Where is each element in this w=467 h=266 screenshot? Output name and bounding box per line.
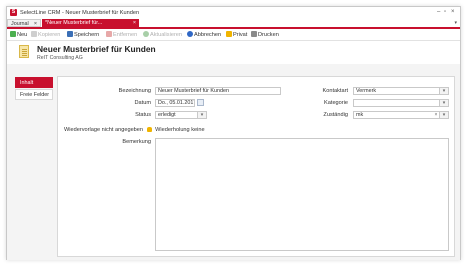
content-area: Inhalt Freie Felder Bezeichnung Neuer Mu…	[7, 64, 460, 260]
wiederholung-value[interactable]: Wiederholung keine	[155, 127, 204, 133]
printer-icon	[251, 31, 257, 37]
datum-input[interactable]: Do., 05.01.2017	[155, 99, 195, 107]
save-button[interactable]: Speichern	[67, 31, 99, 39]
crm-window: S SelectLine CRM - Neuer Musterbrief für…	[6, 6, 461, 260]
close-window-button[interactable]: ×	[451, 9, 455, 15]
datum-label: Datum	[134, 100, 151, 106]
tab-journal-label: Journal	[11, 21, 29, 27]
close-tab-musterbrief-icon[interactable]: ×	[133, 19, 136, 27]
refresh-button[interactable]: Aktualisieren	[143, 31, 182, 39]
chevron-down-icon[interactable]: ▾	[197, 112, 206, 118]
remove-button[interactable]: Entfernen	[106, 31, 137, 39]
save-button-label: Speichern	[74, 32, 100, 38]
bezeichnung-input[interactable]: Neuer Musterbrief für Kunden	[155, 87, 281, 95]
chevron-down-icon[interactable]: ▾	[439, 100, 448, 106]
record-title: Neuer Musterbrief für Kunden	[37, 44, 156, 54]
selectline-app-icon: S	[10, 9, 17, 16]
private-button[interactable]: Privat	[226, 31, 247, 39]
bezeichnung-label: Bezeichnung	[118, 88, 151, 94]
title-bar: S SelectLine CRM - Neuer Musterbrief für…	[7, 7, 460, 19]
record-company: ReIT Consulting AG	[37, 55, 83, 61]
form-panel: Bezeichnung Neuer Musterbrief für Kunden…	[57, 76, 455, 257]
print-button-label: Drucken	[258, 32, 279, 38]
zustaendig-value: mk	[356, 112, 364, 118]
refresh-button-label: Aktualisieren	[150, 32, 183, 38]
kategorie-select[interactable]: ▾	[353, 99, 449, 107]
status-value: erledigt	[158, 112, 176, 118]
tab-musterbrief[interactable]: *Neuer Musterbrief für... ×	[42, 19, 139, 27]
chevron-down-icon[interactable]: ▾	[439, 112, 448, 118]
zustaendig-select[interactable]: mk × ▾	[353, 111, 449, 119]
copy-icon	[31, 31, 37, 37]
bemerkung-label: Bemerkung	[122, 139, 151, 145]
wiedervorlage-row: Wiedervorlage nicht angegeben Wiederholu…	[64, 127, 205, 133]
status-select[interactable]: erledigt ▾	[155, 111, 207, 119]
new-button[interactable]: Neu	[10, 31, 27, 39]
copy-button[interactable]: Kopieren	[31, 31, 60, 39]
calendar-icon[interactable]	[197, 99, 204, 106]
kontaktart-select[interactable]: Vermerk ▾	[353, 87, 449, 95]
minimize-button[interactable]: –	[437, 9, 440, 15]
cancel-button-label: Abbrechen	[194, 32, 222, 38]
maximize-button[interactable]: ▫	[444, 9, 446, 15]
lock-icon	[226, 31, 232, 37]
save-icon	[67, 31, 73, 37]
kontaktart-value: Vermerk	[356, 88, 377, 94]
sidebar-item-freie-felder[interactable]: Freie Felder	[15, 89, 53, 100]
private-button-label: Privat	[233, 32, 248, 38]
wiedervorlage-label: Wiedervorlage	[64, 127, 101, 133]
refresh-icon	[143, 31, 149, 37]
tab-journal[interactable]: Journal ×	[7, 19, 41, 27]
section-sidebar: Inhalt Freie Felder	[15, 77, 53, 101]
kategorie-label: Kategorie	[324, 100, 348, 106]
kontaktart-label: Kontaktart	[322, 88, 349, 94]
record-header: Neuer Musterbrief für Kunden ReIT Consul…	[7, 41, 460, 63]
remove-button-label: Entfernen	[113, 32, 138, 38]
sidebar-item-inhalt[interactable]: Inhalt	[15, 77, 53, 88]
toolbar: Neu Kopieren Speichern Entfernen Aktuali…	[7, 29, 460, 41]
wiedervorlage-value[interactable]: nicht angegeben	[102, 127, 143, 133]
print-button[interactable]: Drucken	[251, 31, 279, 39]
status-label: Status	[135, 112, 151, 118]
bell-icon	[146, 127, 152, 132]
close-tab-journal-icon[interactable]: ×	[34, 20, 37, 28]
tab-musterbrief-label: *Neuer Musterbrief für...	[45, 20, 103, 26]
chevron-down-icon[interactable]: ▾	[439, 88, 448, 94]
tab-list-dropdown-icon[interactable]: ▾	[454, 20, 457, 26]
cancel-button[interactable]: Abbrechen	[187, 31, 221, 39]
bemerkung-textarea[interactable]	[155, 138, 449, 251]
zustaendig-label: Zuständig	[323, 112, 348, 118]
new-button-label: Neu	[17, 32, 28, 38]
remove-icon	[106, 31, 112, 37]
document-icon	[19, 45, 29, 58]
new-icon	[10, 31, 16, 37]
document-tab-bar: Journal × *Neuer Musterbrief für... × ▾	[7, 19, 460, 29]
window-title: SelectLine CRM - Neuer Musterbrief für K…	[20, 10, 140, 16]
copy-button-label: Kopieren	[38, 32, 61, 38]
cancel-icon	[187, 31, 193, 37]
